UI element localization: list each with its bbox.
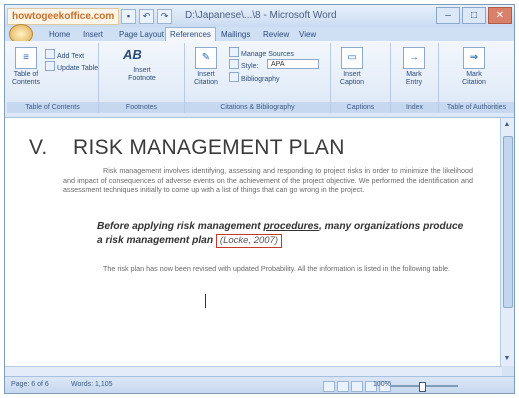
heading-text: RISK MANAGEMENT PLAN [73,136,345,159]
heading-number: V. [29,136,48,159]
tab-review[interactable]: Review [259,29,293,41]
insert-footnote-button[interactable]: Insert Footnote [127,67,157,83]
mark-citation-label: Mark Citation [462,71,486,86]
tab-page-layout[interactable]: Page Layout [115,29,168,41]
citation-icon: ✎ [195,47,217,69]
quote-underlined: procedures [263,221,319,232]
group-label-authorities: Table of Authorities [439,102,514,113]
citation-placeholder[interactable]: (Locke, 2007) [215,234,283,248]
toc-icon: ≡ [15,47,37,69]
mark-entry-icon: → [403,47,425,69]
save-icon[interactable]: ▪ [121,9,136,24]
ab-footnote-icon: AB [123,47,142,62]
group-label-captions: Captions [331,102,390,113]
scroll-up-icon[interactable]: ▲ [502,120,512,130]
horizontal-scrollbar[interactable] [5,366,502,376]
style-dropdown[interactable]: APA [267,59,319,69]
insert-citation-label: Insert Citation [194,71,218,86]
bibliography-button[interactable]: Bibliography [229,72,280,83]
manage-sources-button[interactable]: Manage Sources [229,47,294,58]
style-icon [229,59,239,69]
full-screen-icon[interactable] [337,381,349,392]
quote-text-1: Before applying risk management [97,221,264,232]
bibliography-label: Bibliography [241,76,280,83]
table-of-contents-button[interactable]: ≡ Table of Contents [11,45,41,87]
section-heading: V. RISK MANAGEMENT PLAN [29,136,345,160]
update-table-label: Update Table [57,65,99,72]
mark-entry-label: Mark Entry [405,71,423,86]
window-controls: – □ ✕ [436,7,512,24]
tab-references[interactable]: References [165,27,216,42]
window-title: D:\Japanese\...\8 - Microsoft Word [185,10,337,21]
update-table-button[interactable]: Update Table [45,61,99,72]
web-layout-icon[interactable] [351,381,363,392]
block-quote: Before applying risk management procedur… [97,220,469,248]
zoom-slider[interactable] [390,382,458,392]
update-table-icon [45,61,55,71]
style-label-text: Style: [241,63,259,70]
group-index: → Mark Entry Index [391,43,439,113]
ribbon-tabs: Home Insert Page Layout References Maili… [5,24,514,44]
mark-entry-button[interactable]: → Mark Entry [399,45,429,87]
tab-insert[interactable]: Insert [79,29,107,41]
watermark: howtogeekoffice.com [7,8,120,25]
group-table-of-authorities: ⇒ Mark Citation Table of Authorities [439,43,514,113]
undo-icon[interactable]: ↶ [139,9,154,24]
revised-paragraph: The risk plan has now been revised with … [103,264,451,273]
group-label-citations: Citations & Bibliography [185,102,330,113]
mark-citation-button[interactable]: ⇒ Mark Citation [459,45,489,87]
status-bar: Page: 6 of 6 Words: 1,105 100% [5,376,514,393]
zoom-level[interactable]: 100% [373,381,391,388]
group-citations: ✎ Insert Citation Manage Sources Style: … [185,43,331,113]
quick-access-toolbar: ▪ ↶ ↷ [121,9,172,24]
close-button[interactable]: ✕ [488,7,512,24]
tab-view[interactable]: View [295,29,320,41]
group-captions: ▭ Insert Caption Captions [331,43,391,113]
document-page[interactable]: V. RISK MANAGEMENT PLAN Risk management i… [5,118,502,366]
style-label: Style: [229,59,259,70]
print-layout-icon[interactable] [323,381,335,392]
zoom-knob[interactable] [419,382,426,392]
manage-sources-label: Manage Sources [241,51,294,58]
group-label-footnotes: Footnotes [99,102,184,113]
scroll-down-icon[interactable]: ▼ [502,354,512,364]
scroll-thumb[interactable] [503,136,513,308]
ribbon: ≡ Table of Contents Add Text Update Tabl… [5,41,514,118]
minimize-button[interactable]: – [436,7,460,24]
add-text-icon [45,49,55,59]
word-window: howtogeekoffice.com ▪ ↶ ↷ D:\Japanese\..… [4,4,515,394]
caption-icon: ▭ [341,47,363,69]
toc-button-label: Table of Contents [11,71,41,86]
manage-sources-icon [229,47,239,57]
group-label-toc: Table of Contents [7,102,98,113]
insert-caption-button[interactable]: ▭ Insert Caption [337,45,367,87]
intro-paragraph: Risk management involves identifying, as… [63,166,473,194]
page-count[interactable]: Page: 6 of 6 [11,381,49,388]
mark-citation-icon: ⇒ [463,47,485,69]
tab-home[interactable]: Home [45,29,74,41]
title-bar: howtogeekoffice.com ▪ ↶ ↷ D:\Japanese\..… [5,5,514,28]
maximize-button[interactable]: □ [462,7,486,24]
group-label-index: Index [391,102,438,113]
add-text-button[interactable]: Add Text [45,49,85,60]
insert-citation-button[interactable]: ✎ Insert Citation [191,45,221,87]
text-cursor [205,294,206,308]
group-footnotes: AB Insert Footnote Footnotes [99,43,185,113]
word-count[interactable]: Words: 1,105 [71,381,113,388]
redo-icon[interactable]: ↷ [157,9,172,24]
insert-caption-label: Insert Caption [339,71,365,86]
bibliography-icon [229,72,239,82]
tab-mailings[interactable]: Mailings [217,29,254,41]
add-text-label: Add Text [57,53,85,60]
group-table-of-contents: ≡ Table of Contents Add Text Update Tabl… [7,43,99,113]
vertical-scrollbar[interactable]: ▲ ▼ [500,118,514,366]
